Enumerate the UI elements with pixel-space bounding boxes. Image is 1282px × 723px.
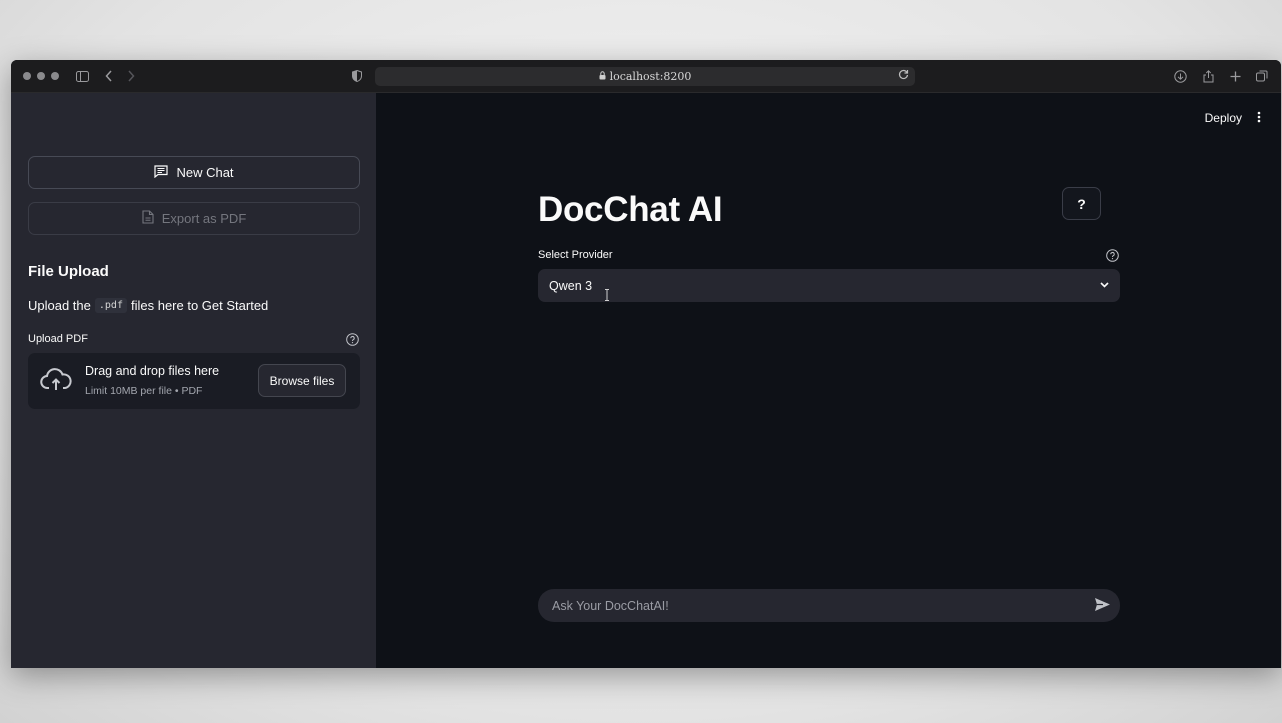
upload-help-icon[interactable]: [346, 333, 359, 346]
upload-pdf-label: Upload PDF: [28, 333, 88, 345]
chat-input-placeholder: Ask Your DocChatAI!: [552, 598, 669, 613]
maximize-window-dot[interactable]: [51, 72, 59, 80]
browser-toolbar: localhost:8200: [11, 60, 1281, 93]
provider-select[interactable]: Qwen 3: [538, 269, 1120, 302]
url-text: localhost:8200: [609, 70, 692, 83]
browser-window: localhost:8200 New Chat Export as PDF Fi…: [11, 60, 1281, 668]
help-button[interactable]: ?: [1062, 187, 1101, 220]
provider-label: Select Provider: [538, 249, 613, 261]
dropzone-limit: Limit 10MB per file • PDF: [85, 385, 203, 397]
browse-files-button[interactable]: Browse files: [258, 364, 346, 397]
forward-arrow-icon[interactable]: [122, 67, 140, 85]
upload-text-after: files here to Get Started: [130, 298, 269, 313]
pdf-code-chip: .pdf: [94, 298, 127, 313]
cloud-upload-icon: [40, 368, 72, 397]
back-arrow-icon[interactable]: [100, 67, 118, 85]
upload-text-before: Upload the: [28, 298, 91, 313]
privacy-shield-icon[interactable]: [348, 67, 366, 85]
new-chat-label: New Chat: [176, 165, 234, 180]
main-content: Deploy DocChat AI ? Select Provider Qwen…: [376, 93, 1281, 668]
lock-icon: [599, 70, 606, 83]
export-pdf-label: Export as PDF: [161, 211, 247, 226]
downloads-icon[interactable]: [1171, 67, 1189, 85]
address-bar[interactable]: localhost:8200: [375, 67, 915, 86]
page-title: DocChat AI: [538, 190, 723, 229]
minimize-window-dot[interactable]: [37, 72, 45, 80]
provider-selected-value: Qwen 3: [549, 278, 593, 293]
share-icon[interactable]: [1199, 67, 1217, 85]
upload-instructions: Upload the .pdf files here to Get Starte…: [28, 298, 268, 313]
chat-icon: [154, 164, 169, 181]
window-controls[interactable]: [23, 72, 59, 80]
chat-input[interactable]: Ask Your DocChatAI!: [538, 589, 1120, 622]
close-window-dot[interactable]: [23, 72, 31, 80]
document-icon: [142, 210, 154, 227]
deploy-button[interactable]: Deploy: [1205, 111, 1242, 125]
send-icon[interactable]: [1094, 597, 1111, 615]
file-upload-heading: File Upload: [28, 263, 109, 280]
tab-overview-icon[interactable]: [1253, 67, 1271, 85]
sidebar-toggle-icon[interactable]: [73, 67, 91, 85]
provider-help-icon[interactable]: [1106, 249, 1119, 262]
chevron-down-icon: [1099, 279, 1110, 293]
new-tab-icon[interactable]: [1226, 67, 1244, 85]
file-dropzone[interactable]: Drag and drop files here Limit 10MB per …: [28, 353, 360, 409]
more-menu-icon[interactable]: [1257, 110, 1261, 128]
new-chat-button[interactable]: New Chat: [28, 156, 360, 189]
reload-icon[interactable]: [898, 69, 909, 83]
text-cursor-icon: [604, 289, 610, 304]
dropzone-title: Drag and drop files here: [85, 364, 220, 378]
sidebar: New Chat Export as PDF File Upload Uploa…: [11, 93, 376, 668]
export-pdf-button[interactable]: Export as PDF: [28, 202, 360, 235]
